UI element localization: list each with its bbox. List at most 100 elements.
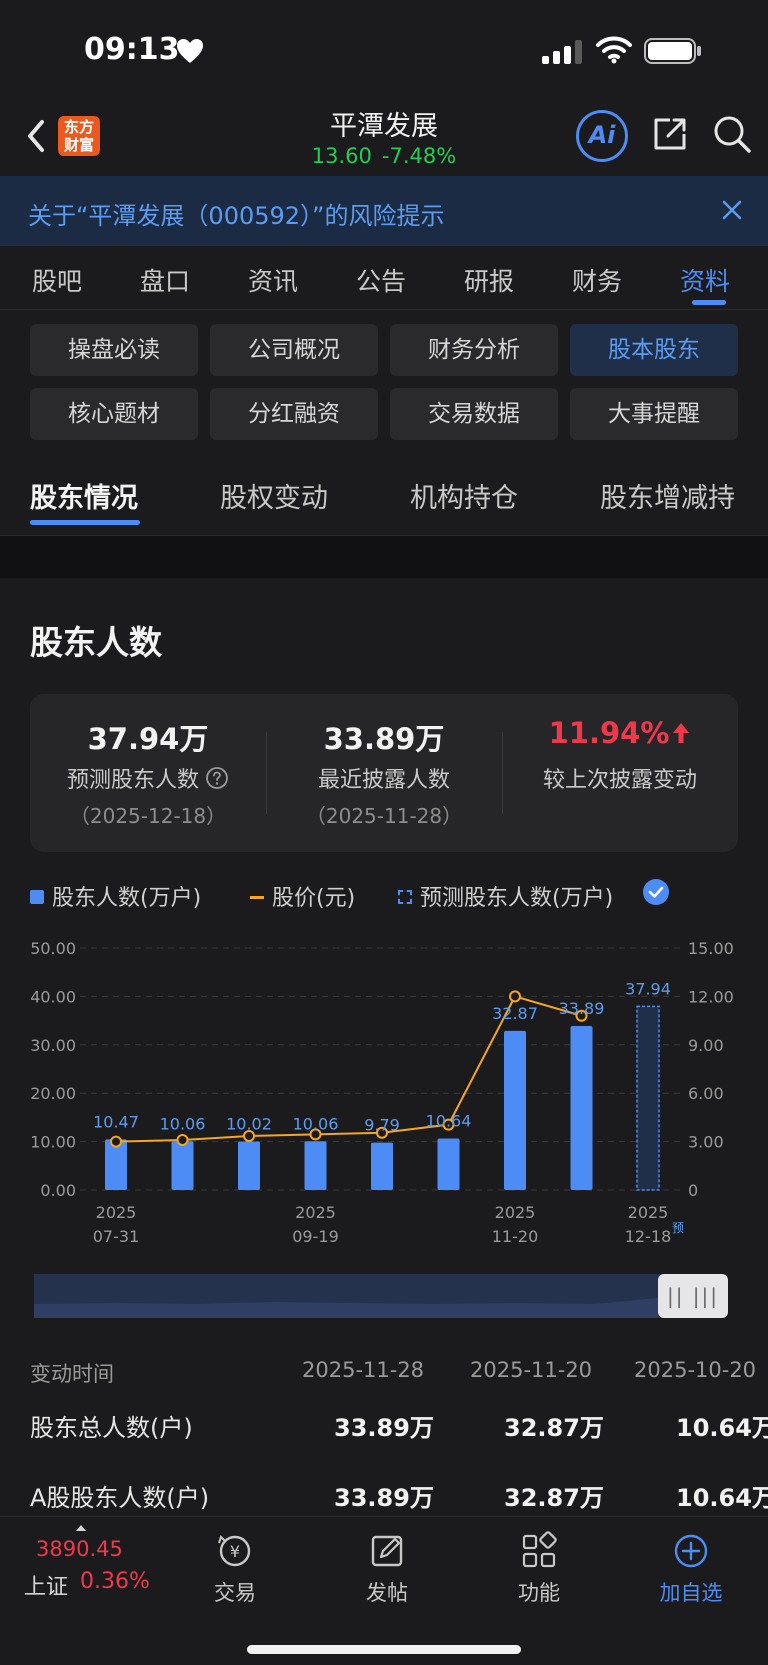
stock-header: 东方 财富 平潭发展 13.60 -7.48% Ai bbox=[0, 100, 768, 176]
section-tabs: 股东情况 股权变动 机构持仓 股东增减持 bbox=[0, 448, 768, 536]
legend-bar[interactable]: 股东人数(万户) bbox=[30, 880, 201, 912]
subtab-shareholders[interactable]: 股本股东 bbox=[570, 324, 738, 376]
y-left-tick-label: 0.00 bbox=[40, 1181, 76, 1200]
legend-forecast[interactable]: 预测股东人数(万户) bbox=[398, 880, 613, 912]
summary-value: 37.94万 bbox=[87, 722, 209, 756]
legend-bar-label: 股东人数(万户) bbox=[52, 886, 202, 911]
subtab-core-themes[interactable]: 核心题材 bbox=[30, 388, 198, 440]
tab-equity-changes[interactable]: 股权变动 bbox=[220, 476, 328, 515]
post-button[interactable]: 发帖 bbox=[332, 1531, 442, 1607]
trade-button[interactable]: ¥ 交易 bbox=[180, 1531, 290, 1607]
subtab-dividends[interactable]: 分红融资 bbox=[210, 388, 378, 440]
active-tab-indicator bbox=[692, 300, 726, 305]
apps-icon bbox=[522, 1531, 557, 1568]
risk-banner-text[interactable]: 关于“平潭发展（000592）”的风险提示 bbox=[28, 196, 444, 231]
forecast-tag: 预 bbox=[672, 1221, 684, 1235]
tab-announcements[interactable]: 公告 bbox=[356, 262, 406, 298]
tab-news[interactable]: 资讯 bbox=[248, 262, 298, 298]
status-bar: 09:13 bbox=[0, 0, 768, 100]
risk-banner[interactable]: 关于“平潭发展（000592）”的风险提示 bbox=[0, 176, 768, 246]
stock-price: 13.60 bbox=[311, 144, 372, 168]
y-right-tick-label: 6.00 bbox=[688, 1084, 724, 1103]
shareholder-count-panel: 股东人数 37.94万 预测股东人数 （2025-12-18） 33.89万 最… bbox=[0, 578, 768, 1516]
index-value[interactable]: 3890.45 bbox=[36, 1537, 123, 1561]
signal-icon bbox=[542, 40, 582, 64]
y-right-tick-label: 3.00 bbox=[688, 1133, 724, 1152]
functions-label: 功能 bbox=[518, 1581, 560, 1605]
tab-shareholder-status[interactable]: 股东情况 bbox=[30, 476, 138, 515]
y-right-tick-label: 9.00 bbox=[688, 1036, 724, 1055]
x-tick-label: 11-20 bbox=[492, 1227, 539, 1246]
price-point bbox=[509, 990, 521, 1003]
subtab-events[interactable]: 大事提醒 bbox=[570, 388, 738, 440]
profile-subnav: 操盘必读 公司概况 财务分析 股本股东 核心题材 分红融资 交易数据 大事提醒 bbox=[0, 310, 768, 448]
section-gap bbox=[0, 536, 768, 578]
ai-assistant-icon[interactable]: Ai bbox=[576, 110, 628, 162]
help-icon[interactable] bbox=[205, 766, 229, 790]
share-icon[interactable] bbox=[650, 114, 690, 154]
status-time: 09:13 bbox=[84, 32, 180, 67]
search-icon[interactable] bbox=[712, 114, 752, 154]
index-expand-icon[interactable] bbox=[76, 1525, 86, 1531]
summary-date: （2025-12-18） bbox=[69, 804, 227, 828]
tab-profile[interactable]: 资料 bbox=[680, 262, 730, 298]
range-slider[interactable]: || ||| bbox=[34, 1274, 728, 1318]
post-label: 发帖 bbox=[366, 1581, 408, 1605]
chart-bar bbox=[504, 1030, 526, 1190]
checkmark-toggle-icon[interactable] bbox=[642, 878, 670, 906]
subtab-company-overview[interactable]: 公司概况 bbox=[210, 324, 378, 376]
table-header-date: 2025-10-20 bbox=[634, 1358, 757, 1382]
legend-line-swatch bbox=[250, 896, 264, 899]
bar-data-label: 10.02 bbox=[226, 1115, 272, 1134]
legend-bar-swatch bbox=[30, 890, 44, 904]
battery-icon bbox=[644, 38, 701, 64]
tab-research[interactable]: 研报 bbox=[464, 262, 514, 298]
table-row: 股东总人数(户) 33.89万 32.87万 10.64万 bbox=[0, 1408, 768, 1468]
subtab-financial-analysis[interactable]: 财务分析 bbox=[390, 324, 558, 376]
legend-line-label: 股价(元) bbox=[272, 886, 356, 911]
price-point bbox=[176, 1133, 189, 1146]
tab-institutional-holdings[interactable]: 机构持仓 bbox=[410, 476, 518, 515]
legend-forecast-label: 预测股东人数(万户) bbox=[420, 886, 614, 911]
bar-data-label: 10.64 bbox=[426, 1112, 472, 1131]
y-right-tick-label: 12.00 bbox=[688, 987, 734, 1006]
table-header-date: 2025-11-20 bbox=[470, 1358, 593, 1382]
svg-text:¥: ¥ bbox=[230, 1542, 240, 1561]
y-left-tick-label: 10.00 bbox=[30, 1133, 76, 1152]
index-change[interactable]: 0.36% bbox=[80, 1569, 150, 1594]
summary-label-text: 预测股东人数 bbox=[66, 768, 199, 793]
add-watchlist-icon bbox=[674, 1534, 708, 1568]
bar-data-label: 10.47 bbox=[93, 1112, 139, 1131]
close-icon[interactable] bbox=[720, 198, 744, 222]
index-name[interactable]: 上证 bbox=[24, 1569, 68, 1601]
legend-forecast-swatch bbox=[398, 890, 412, 904]
x-tick-label: 2025 bbox=[628, 1203, 669, 1222]
main-tabs: 股吧 盘口 资讯 公告 研报 财务 资料 bbox=[0, 246, 768, 310]
forecast-bar bbox=[636, 1005, 660, 1191]
bar-data-label: 10.06 bbox=[160, 1114, 206, 1133]
tab-pankou[interactable]: 盘口 bbox=[140, 262, 190, 298]
chart-legend: 股东人数(万户) 股价(元) 预测股东人数(万户) bbox=[30, 878, 738, 914]
legend-line[interactable]: 股价(元) bbox=[250, 880, 355, 912]
summary-value: 33.89万 bbox=[323, 722, 445, 756]
summary-change-value: 11.94% bbox=[548, 716, 670, 750]
price-point bbox=[110, 1135, 122, 1148]
add-watchlist-button[interactable]: 加自选 bbox=[636, 1531, 746, 1607]
summary-forecast: 37.94万 预测股东人数 （2025-12-18） bbox=[30, 694, 266, 852]
range-slider-handle[interactable]: || ||| bbox=[658, 1274, 728, 1318]
subtab-trading-data[interactable]: 交易数据 bbox=[390, 388, 558, 440]
tab-holder-changes[interactable]: 股东增减持 bbox=[600, 476, 735, 515]
subtab-trading-guide[interactable]: 操盘必读 bbox=[30, 324, 198, 376]
tab-finance[interactable]: 财务 bbox=[572, 262, 622, 298]
row-value: 10.64万 bbox=[676, 1484, 768, 1512]
table-header: 变动时间 2025-11-28 2025-11-20 2025-10-20 bbox=[0, 1358, 768, 1398]
functions-button[interactable]: 功能 bbox=[484, 1531, 594, 1607]
summary-label: 预测股东人数 bbox=[30, 762, 266, 794]
y-right-tick-label: 15.00 bbox=[688, 939, 734, 958]
wifi-icon bbox=[596, 36, 632, 64]
x-tick-label: 2025 bbox=[495, 1203, 536, 1222]
section-title: 股东人数 bbox=[30, 623, 162, 662]
home-indicator bbox=[247, 1645, 521, 1654]
y-left-tick-label: 30.00 bbox=[30, 1036, 76, 1055]
tab-guba[interactable]: 股吧 bbox=[32, 262, 82, 298]
